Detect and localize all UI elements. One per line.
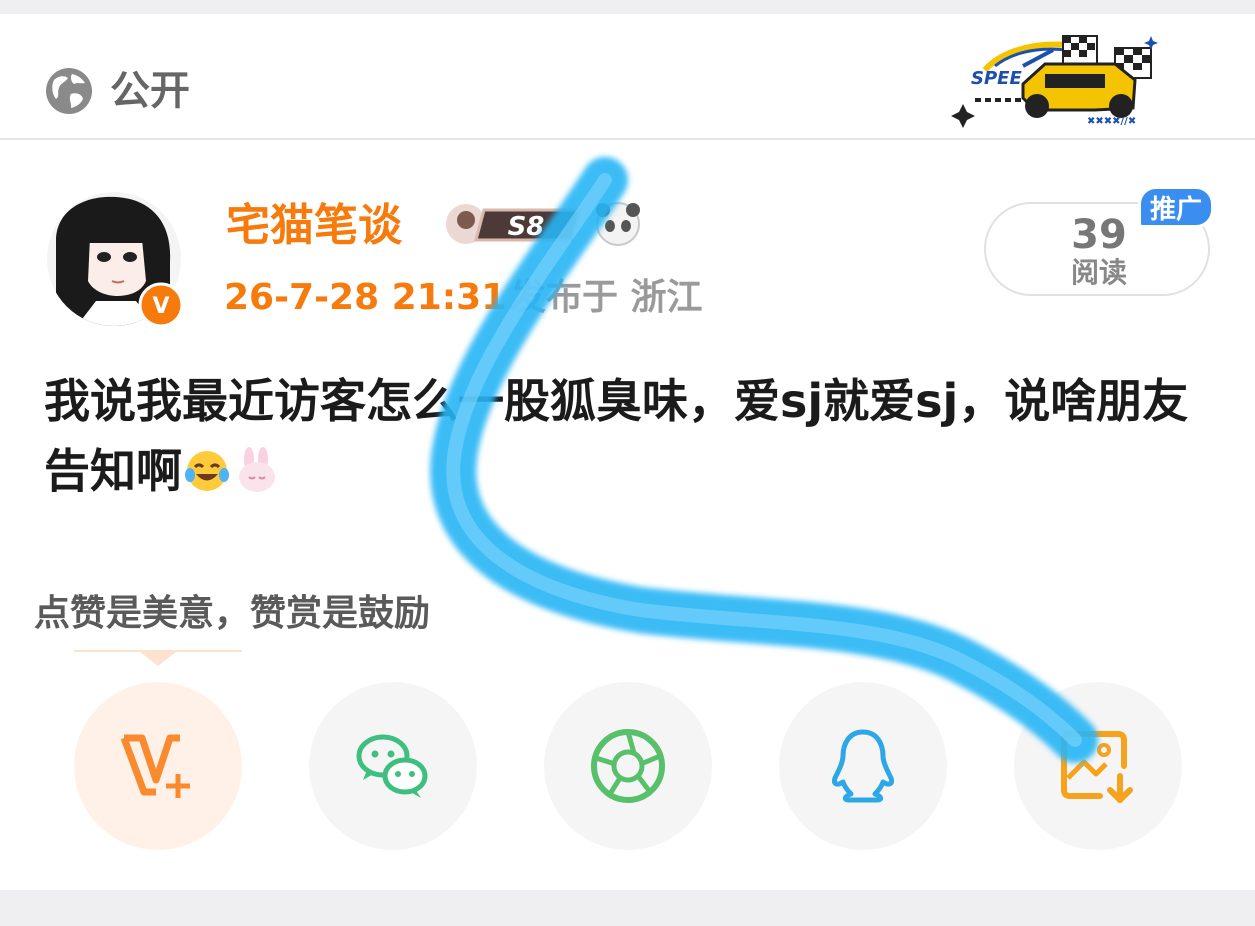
share-wechat-button[interactable] [309,682,477,850]
post-time: 26-7-28 21:31 [224,277,507,318]
bunny-emoji-icon [239,447,275,492]
moments-aperture-icon [591,729,665,803]
post-text: 我说我最近访客怎么一股狐臭味，爱sj就爱sj，说啥朋友告知啊 [44,366,1204,506]
race-car-logo: SPEE ✖✖✖✖//✖ [951,35,1158,128]
save-image-icon [1061,731,1133,803]
svg-text:✖✖✖✖//✖: ✖✖✖✖//✖ [1087,116,1136,127]
level-badges: S8 [446,202,640,246]
author-name[interactable]: 宅猫笔谈 [226,196,402,256]
header-bar: 公开 SPEE ✖✖✖✖//✖ [0,14,1255,140]
laughing-tears-emoji-icon [185,451,229,491]
post-location: 发布于 浙江 [510,277,703,318]
visibility-label[interactable]: 公开 [110,64,190,118]
promo-tag[interactable]: 推广 [1138,186,1214,228]
hint-pointer-icon [140,652,176,666]
qq-icon [832,729,894,803]
read-label: 阅读 [1070,256,1127,289]
reward-button[interactable] [74,682,242,850]
level-badge-text: S8 [508,212,545,242]
bottom-divider [0,890,1255,926]
share-moments-button[interactable] [544,682,712,850]
globe-icon [46,68,92,114]
verified-badge-icon: V [138,282,184,328]
save-image-button[interactable] [1014,682,1182,850]
logo-text: SPEE [971,68,1022,89]
reward-hint: 点赞是美意，赞赏是鼓励 [34,593,431,634]
share-qq-button[interactable] [779,682,947,850]
verified-badge-text: V [152,294,169,319]
top-strip [0,0,1255,14]
wechat-icon [356,734,428,798]
reward-v-plus-icon [120,734,190,798]
